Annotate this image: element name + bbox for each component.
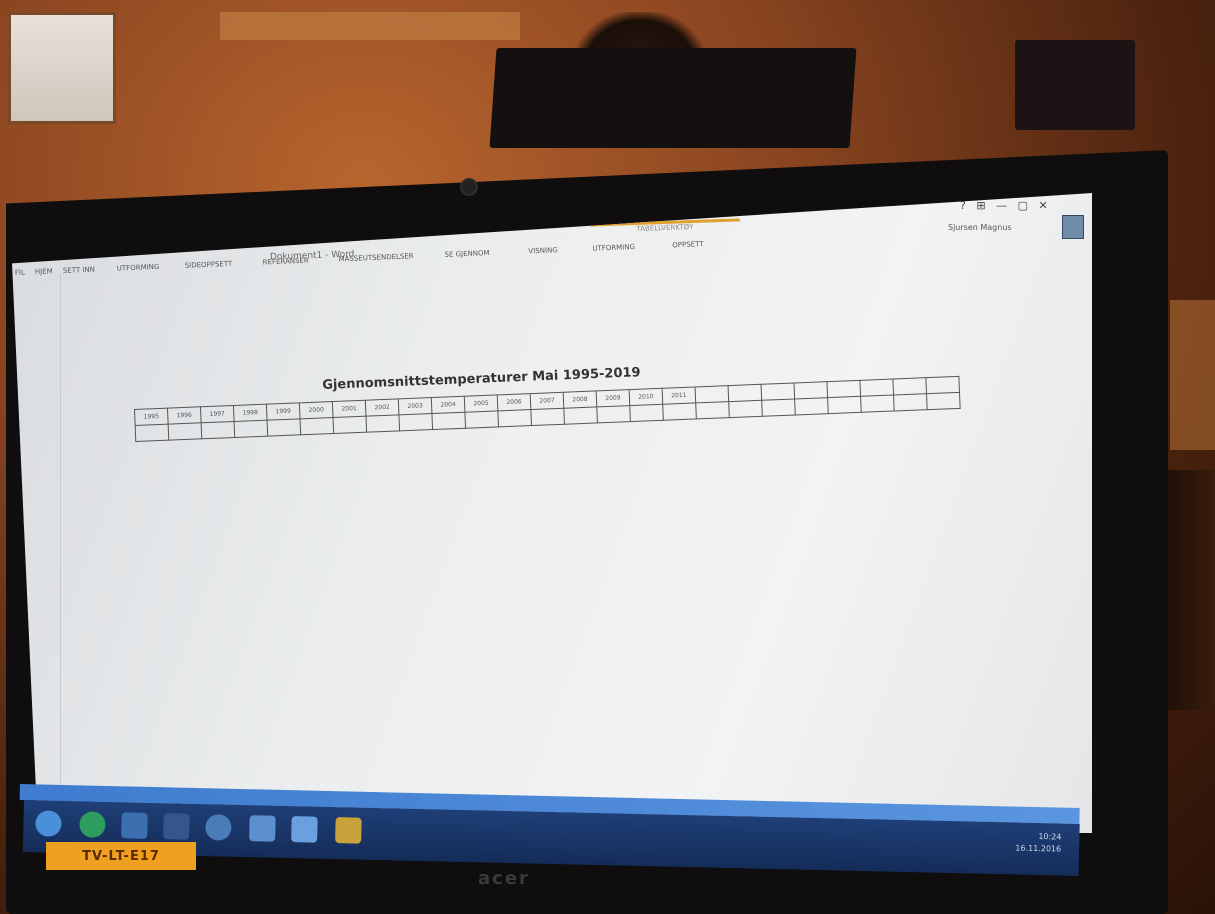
table-cell-value[interactable] [464, 410, 499, 429]
table-cell-value[interactable] [827, 396, 862, 414]
table-cell-year[interactable] [728, 384, 762, 402]
window-controls: ? ⊞ — ▢ ✕ [960, 199, 1048, 212]
table-cell-value[interactable] [300, 417, 334, 435]
table-cell-year[interactable] [826, 380, 861, 398]
background-laptop [489, 48, 857, 148]
table-cell-year[interactable]: 1999 [266, 402, 301, 421]
table-cell-value[interactable] [794, 397, 829, 415]
webcam-icon [460, 178, 478, 196]
app-icon[interactable] [205, 814, 232, 841]
table-cell-value[interactable] [893, 393, 928, 411]
table-cell-year[interactable]: 2003 [398, 397, 432, 415]
tab-table-design[interactable]: UTFORMING [592, 243, 635, 253]
table-cell-value[interactable] [135, 424, 169, 442]
table-cell-value[interactable] [860, 395, 895, 413]
laptop-screen: TABELLVERKTØY Dokument1 - Word ? ⊞ — ▢ ✕… [12, 193, 1092, 833]
asset-tag-sticker: TV-LT-E17 [46, 842, 196, 870]
table-cell-value[interactable] [497, 409, 532, 427]
table-cell-year[interactable]: 2004 [431, 396, 465, 414]
tab-references[interactable]: REFERANSER [263, 257, 309, 267]
tab-review[interactable]: SE GJENNOM [444, 249, 489, 259]
table-cell-year[interactable]: 2001 [332, 400, 366, 418]
table-cell-value[interactable] [168, 422, 202, 441]
wall-trim [220, 12, 520, 40]
table-cell-year[interactable]: 2009 [596, 389, 630, 407]
table-cell-year[interactable]: 2011 [662, 386, 696, 405]
avatar[interactable] [1062, 215, 1084, 239]
table-cell-year[interactable] [761, 382, 795, 401]
tab-mailings[interactable]: MASSEUTSENDELSER [338, 252, 413, 263]
tab-view[interactable]: VISNING [528, 246, 558, 255]
maximize-icon[interactable]: ▢ [1018, 199, 1028, 212]
notes-app-icon[interactable] [335, 817, 362, 844]
table-cell-year[interactable]: 2006 [497, 393, 531, 411]
status-text [48, 789, 50, 797]
chair-edge [1160, 470, 1215, 710]
document-page[interactable] [60, 273, 961, 813]
table-cell-value[interactable] [695, 401, 730, 419]
table-cell-value[interactable] [596, 405, 631, 423]
browser-icon[interactable] [79, 811, 106, 838]
table-cell-value[interactable] [431, 412, 466, 430]
tab-home[interactable]: HJEM [35, 267, 53, 276]
table-cell-year[interactable]: 1996 [167, 406, 202, 425]
table-cell-year[interactable]: 2000 [299, 401, 334, 419]
table-cell-year[interactable]: 2007 [530, 392, 564, 410]
table-cell-value[interactable] [398, 413, 433, 431]
table-cell-value[interactable] [728, 400, 763, 418]
folder-icon[interactable] [121, 812, 148, 839]
tray-date: 16.11.2016 [1015, 843, 1062, 854]
wall-whiteboard [8, 12, 116, 124]
table-cell-value[interactable] [201, 421, 235, 439]
table-cell-year[interactable] [793, 381, 828, 399]
system-tray-clock[interactable]: 10:24 16.11.2016 [1015, 831, 1061, 856]
table-cell-year[interactable]: 2010 [629, 388, 663, 406]
wall-highlight [1170, 300, 1215, 450]
tray-time: 10:24 [1038, 832, 1062, 842]
table-cell-value[interactable] [333, 416, 367, 434]
table-cell-value[interactable] [761, 398, 796, 417]
close-icon[interactable]: ✕ [1038, 199, 1047, 212]
table-cell-year[interactable]: 2008 [563, 390, 597, 409]
ribbon-display-icon[interactable]: ⊞ [976, 199, 985, 212]
word-app-icon[interactable] [291, 816, 318, 843]
table-cell-value[interactable] [629, 404, 664, 422]
table-cell-value[interactable] [530, 408, 565, 426]
table-cell-value[interactable] [365, 414, 400, 433]
table-cell-year[interactable]: 1997 [200, 405, 235, 423]
media-icon[interactable] [163, 813, 190, 840]
table-cell-year[interactable] [925, 376, 960, 394]
table-cell-year[interactable]: 2005 [464, 394, 498, 413]
network-app-icon[interactable] [249, 815, 276, 842]
signed-in-user[interactable]: Sjursen Magnus [948, 223, 1012, 232]
background-monitor [1015, 40, 1135, 130]
table-cell-year[interactable]: 1998 [233, 404, 268, 422]
table-cell-value[interactable] [662, 402, 697, 421]
table-cell-year[interactable] [859, 379, 894, 397]
tab-file[interactable]: FIL [15, 268, 25, 276]
table-cell-year[interactable]: 1995 [134, 408, 169, 426]
table-cell-year[interactable] [892, 377, 927, 396]
table-cell-value[interactable] [267, 418, 301, 437]
tab-design[interactable]: UTFORMING [117, 263, 160, 273]
table-cell-value[interactable] [926, 392, 961, 410]
table-cell-year[interactable] [695, 385, 729, 403]
table-cell-value[interactable] [563, 406, 598, 425]
tab-table-layout[interactable]: OPPSETT [672, 240, 704, 249]
start-icon[interactable] [35, 810, 62, 837]
table-cell-value[interactable] [234, 420, 268, 438]
minimize-icon[interactable]: — [996, 199, 1007, 212]
table-cell-year[interactable]: 2002 [365, 398, 399, 417]
brand-logo: acer [478, 868, 530, 889]
tab-layout[interactable]: SIDEOPPSETT [185, 260, 233, 270]
